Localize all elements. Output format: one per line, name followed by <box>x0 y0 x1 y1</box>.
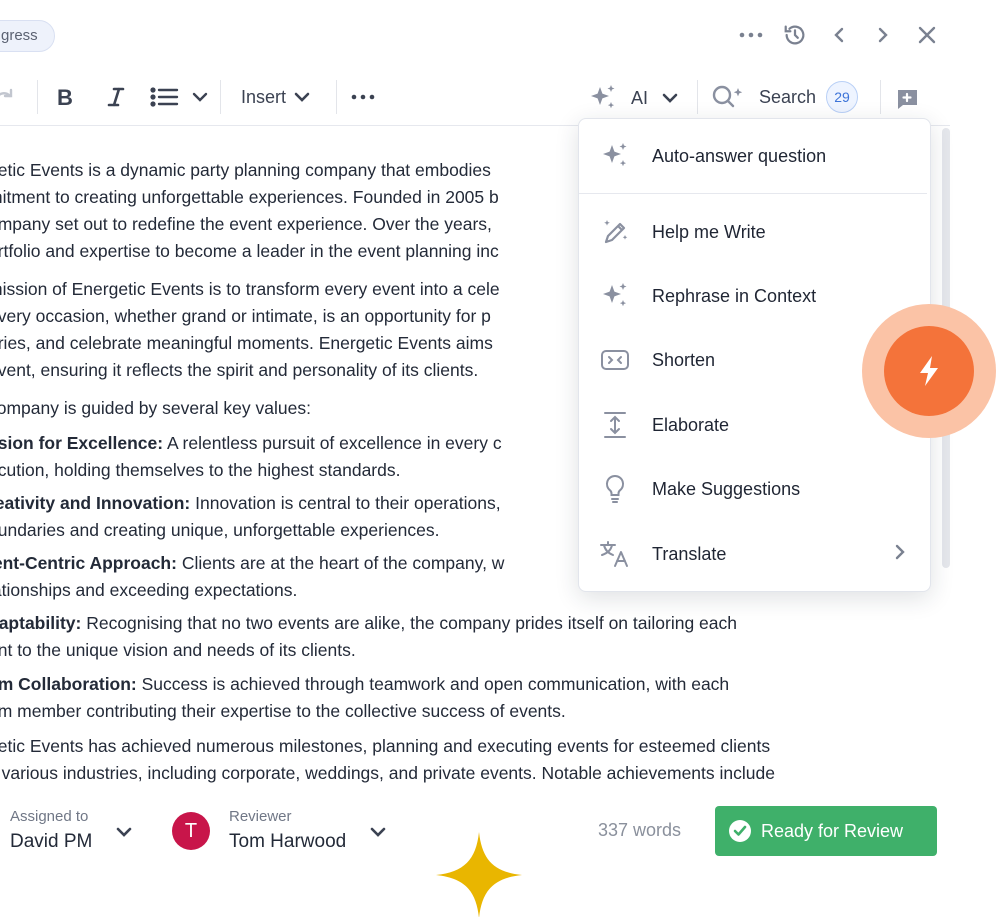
search-label: Search <box>759 86 817 107</box>
lightning-icon <box>920 356 938 386</box>
chevron-right-icon <box>894 543 906 566</box>
menu-item-help-me-write[interactable]: Help me Write <box>579 204 932 260</box>
paragraph-line: s various industries, including corporat… <box>0 763 775 783</box>
value-item-cont: oundaries and creating unique, unforgett… <box>0 520 440 540</box>
redo-icon[interactable] <box>0 82 16 112</box>
value-item-cont: ent to the unique vision and needs of it… <box>0 640 356 660</box>
magic-pen-icon <box>599 216 631 248</box>
menu-item-label: Translate <box>652 543 727 564</box>
close-icon[interactable] <box>914 22 940 48</box>
chevron-down-icon <box>662 93 678 103</box>
value-item: daptability: Recognising that no two eve… <box>0 610 737 637</box>
shorten-icon <box>599 344 631 376</box>
menu-item-label: Make Suggestions <box>652 478 801 499</box>
value-item-cont: am member contributing their expertise t… <box>0 701 566 721</box>
value-item: am Collaboration: Success is achieved th… <box>0 671 729 698</box>
ai-search-icon <box>712 85 743 108</box>
italic-icon[interactable] <box>106 82 126 112</box>
quick-action-button[interactable] <box>884 326 974 416</box>
sparkles-icon <box>591 85 615 109</box>
menu-item-label: Rephrase in Context <box>652 285 817 306</box>
paragraph-line: company is guided by several key values: <box>0 398 311 418</box>
paragraph-line: mitment to creating unforgettable experi… <box>0 187 499 207</box>
reviewer-avatar: T <box>172 812 210 850</box>
reviewer-value[interactable]: Tom Harwood <box>229 831 346 853</box>
menu-item-label: Elaborate <box>652 414 730 435</box>
toolbar-divider <box>336 80 337 114</box>
toolbar-divider <box>220 80 221 114</box>
previous-icon[interactable] <box>826 22 852 48</box>
value-title: ient-Centric Approach: <box>0 553 177 573</box>
toolbar-divider <box>37 80 38 114</box>
paragraph-line: ories, and celebrate meaningful moments.… <box>0 333 493 353</box>
value-item: ient-Centric Approach: Clients are at th… <box>0 550 504 577</box>
value-text: Innovation is central to their operation… <box>190 493 501 513</box>
top-bar: gress <box>0 0 1000 72</box>
menu-item-make-suggestions[interactable]: Make Suggestions <box>579 461 932 517</box>
translate-icon <box>599 538 631 570</box>
paragraph-line: mission of Energetic Events is to transf… <box>0 279 500 299</box>
assigned-to-label: Assigned to <box>10 808 89 825</box>
ready-for-review-button[interactable]: Ready for Review <box>715 806 937 856</box>
search-count-badge: 29 <box>826 81 859 113</box>
value-title: am Collaboration: <box>0 674 137 694</box>
toolbar-divider <box>697 80 698 114</box>
paragraph-line: ompany set out to redefine the event exp… <box>0 214 492 234</box>
value-title: ssion for Excellence: <box>0 433 164 453</box>
elaborate-icon <box>599 409 631 441</box>
more-formatting-icon[interactable] <box>351 82 375 112</box>
value-text: Recognising that no two events are alike… <box>81 613 737 633</box>
sparkles-icon <box>599 280 631 312</box>
word-count: 337 words <box>598 820 682 840</box>
ready-for-review-label: Ready for Review <box>761 820 904 841</box>
check-circle-icon <box>729 820 751 842</box>
svg-text:B: B <box>57 86 73 108</box>
status-badge[interactable]: gress <box>0 20 55 52</box>
value-text: A relentless pursuit of excellence in ev… <box>163 433 502 453</box>
value-item-cont: ecution, holding themselves to the highe… <box>0 460 401 480</box>
list-icon[interactable] <box>150 82 180 112</box>
next-icon[interactable] <box>870 22 896 48</box>
menu-item-label: Auto-answer question <box>652 145 827 166</box>
value-item-cont: lationships and exceeding expectations. <box>0 580 298 600</box>
paragraph-line: getic Events is a dynamic party planning… <box>0 160 491 180</box>
sparkle-decoration-icon <box>436 832 522 917</box>
paragraph-line: every occasion, whether grand or intimat… <box>0 306 491 326</box>
value-text: Success is achieved through teamwork and… <box>136 674 730 694</box>
menu-item-rephrase[interactable]: Rephrase in Context <box>579 268 932 324</box>
value-item: reativity and Innovation: Innovation is … <box>0 490 501 517</box>
value-title: daptability: <box>0 613 82 633</box>
value-text: Clients are at the heart of the company,… <box>176 553 505 573</box>
history-icon[interactable] <box>782 22 808 48</box>
lightbulb-icon <box>599 473 631 505</box>
value-title: reativity and Innovation: <box>0 493 191 513</box>
chevron-down-icon <box>294 92 310 102</box>
sparkles-icon <box>599 140 631 172</box>
top-actions <box>738 22 940 48</box>
add-comment-icon[interactable] <box>895 84 919 114</box>
paragraph-line: getic Events has achieved numerous miles… <box>0 736 771 756</box>
list-dropdown-chevron-icon[interactable] <box>192 82 208 112</box>
insert-menu-button[interactable]: Insert <box>241 82 310 112</box>
paragraph-line: ortfolio and expertise to become a leade… <box>0 241 499 261</box>
menu-item-label: Help me Write <box>652 221 766 242</box>
menu-item-auto-answer[interactable]: Auto-answer question <box>579 128 932 184</box>
bold-icon[interactable]: B <box>56 82 76 112</box>
chevron-down-icon[interactable] <box>370 824 386 842</box>
insert-label: Insert <box>241 86 287 107</box>
toolbar-divider <box>880 80 881 114</box>
menu-divider <box>579 193 927 194</box>
value-item: ssion for Excellence: A relentless pursu… <box>0 430 502 457</box>
ai-label: AI <box>631 87 649 108</box>
assigned-to-value[interactable]: David PM <box>10 831 92 853</box>
ai-menu-button[interactable]: AI <box>588 83 678 113</box>
menu-item-translate[interactable]: Translate <box>579 526 932 582</box>
reviewer-label: Reviewer <box>229 808 292 825</box>
paragraph-line: event, ensuring it reflects the spirit a… <box>0 360 479 380</box>
menu-item-label: Shorten <box>652 349 716 370</box>
more-options-icon[interactable] <box>738 22 764 48</box>
chevron-down-icon[interactable] <box>116 824 132 842</box>
search-button[interactable]: Search 29 <box>711 80 859 114</box>
